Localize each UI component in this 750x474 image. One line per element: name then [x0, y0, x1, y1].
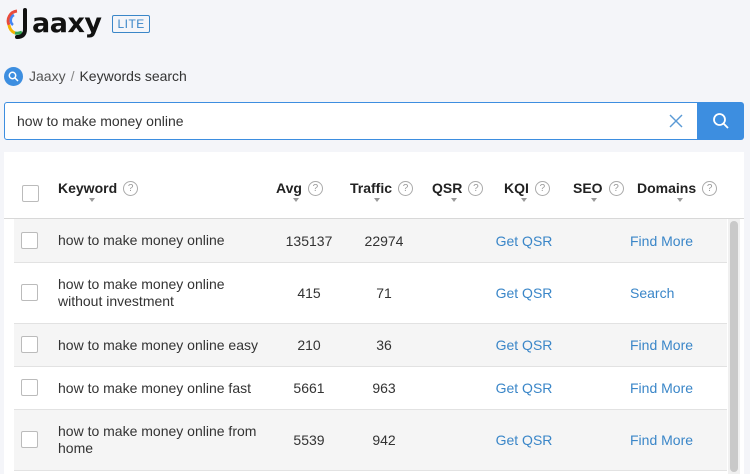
- get-qsr-link[interactable]: Get QSR: [484, 324, 564, 366]
- select-all-checkbox[interactable]: [22, 185, 39, 202]
- table-header: Keyword? Avg? Traffic? QSR? KQI? SEO? Do…: [4, 152, 744, 219]
- clear-search-button[interactable]: [661, 103, 691, 139]
- help-icon[interactable]: ?: [307, 180, 323, 196]
- get-qsr-link[interactable]: Get QSR: [484, 410, 564, 470]
- table-row[interactable]: how to make money online without investm…: [14, 263, 727, 324]
- column-header-traffic[interactable]: Traffic?: [350, 180, 414, 196]
- table-scrollbar[interactable]: [728, 219, 740, 474]
- avg-cell: 135137: [285, 232, 333, 249]
- column-header-keyword[interactable]: Keyword?: [58, 180, 139, 196]
- avg-cell: 5661: [293, 380, 325, 396]
- sort-caret-icon[interactable]: [451, 198, 457, 202]
- domains-link[interactable]: Find More: [630, 410, 693, 470]
- get-qsr-link[interactable]: Get QSR: [484, 219, 564, 262]
- get-qsr-link[interactable]: Get QSR: [484, 367, 564, 409]
- column-header-seo[interactable]: SEO?: [573, 180, 624, 196]
- jaaxy-logo[interactable]: aaxy LITE: [6, 4, 150, 40]
- close-icon: [669, 114, 683, 128]
- row-checkbox[interactable]: [21, 232, 38, 249]
- table-row[interactable]: how to make money online from home 5539 …: [14, 410, 727, 471]
- column-header-qsr[interactable]: QSR?: [432, 180, 484, 196]
- get-qsr-link[interactable]: Get QSR: [484, 263, 564, 323]
- domains-link[interactable]: Search: [630, 263, 674, 323]
- table-row[interactable]: how to make money online easy 210 36 Get…: [14, 324, 727, 367]
- search-button[interactable]: [697, 102, 744, 140]
- lite-badge: LITE: [112, 15, 150, 33]
- search-icon: [712, 113, 729, 129]
- avg-cell: 210: [297, 337, 321, 353]
- sort-caret-icon[interactable]: [591, 198, 597, 202]
- avg-cell: 415: [297, 285, 321, 301]
- sort-caret-icon[interactable]: [521, 198, 527, 202]
- search-box: [4, 102, 698, 140]
- domains-link[interactable]: Find More: [630, 219, 693, 262]
- traffic-cell: 942: [372, 432, 396, 448]
- keyword-cell: how to make money online easy: [58, 336, 258, 353]
- logo-text: aaxy: [32, 7, 102, 39]
- help-icon[interactable]: ?: [123, 180, 139, 196]
- row-checkbox[interactable]: [21, 379, 38, 396]
- sort-caret-icon[interactable]: [677, 198, 683, 202]
- help-icon[interactable]: ?: [468, 180, 484, 196]
- table-row[interactable]: how to make money online 135137 22974 Ge…: [14, 219, 727, 263]
- breadcrumb: Jaaxy / Keywords search: [4, 66, 187, 86]
- row-checkbox[interactable]: [21, 284, 38, 301]
- row-checkbox[interactable]: [21, 336, 38, 353]
- help-icon[interactable]: ?: [702, 180, 718, 196]
- breadcrumb-root-link[interactable]: Jaaxy: [29, 68, 66, 84]
- keyword-cell: how to make money online: [58, 232, 225, 248]
- breadcrumb-current: Keywords search: [79, 68, 187, 84]
- sort-caret-icon[interactable]: [89, 198, 95, 202]
- scrollbar-thumb[interactable]: [730, 221, 738, 472]
- row-checkbox[interactable]: [21, 431, 38, 448]
- keyword-cell: how to make money online from home: [58, 423, 257, 456]
- sort-caret-icon[interactable]: [293, 198, 299, 202]
- keyword-results-panel: Keyword? Avg? Traffic? QSR? KQI? SEO? Do…: [4, 152, 744, 474]
- domains-link[interactable]: Find More: [630, 367, 693, 409]
- help-icon[interactable]: ?: [608, 180, 624, 196]
- avg-cell: 5539: [293, 432, 325, 448]
- table-row[interactable]: how to make money online fast 5661 963 G…: [14, 367, 727, 410]
- results-table-body: how to make money online 135137 22974 Ge…: [14, 219, 727, 471]
- keyword-cell: how to make money online fast: [58, 379, 251, 396]
- column-header-avg[interactable]: Avg?: [276, 180, 323, 196]
- domains-link[interactable]: Find More: [630, 324, 693, 366]
- traffic-cell: 36: [376, 337, 392, 353]
- search-input[interactable]: [5, 103, 661, 139]
- sort-caret-icon[interactable]: [374, 198, 380, 202]
- help-icon[interactable]: ?: [534, 180, 550, 196]
- column-header-kqi[interactable]: KQI?: [504, 180, 550, 196]
- breadcrumb-separator: /: [70, 68, 75, 84]
- search-icon: [4, 66, 23, 86]
- traffic-cell: 963: [372, 380, 396, 396]
- traffic-cell: 71: [376, 285, 392, 301]
- logo-j-icon: [6, 5, 32, 39]
- column-header-domains[interactable]: Domains?: [637, 180, 718, 196]
- traffic-cell: 22974: [364, 232, 404, 249]
- keyword-cell: how to make money online without investm…: [58, 276, 225, 309]
- help-icon[interactable]: ?: [398, 180, 414, 196]
